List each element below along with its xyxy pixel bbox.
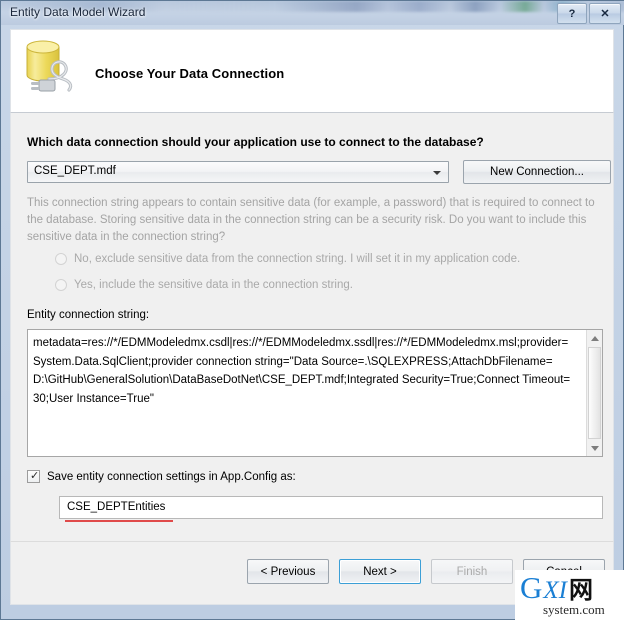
caption-button-group: ? ✕ (557, 3, 621, 24)
wizard-window: Entity Data Model Wizard ? ✕ Choose Your… (0, 0, 624, 621)
radio-icon (55, 253, 67, 265)
help-button[interactable]: ? (557, 3, 587, 24)
save-settings-label: Save entity connection settings in App.C… (47, 470, 296, 483)
new-connection-button[interactable]: New Connection... (463, 160, 611, 184)
title-bar: Entity Data Model Wizard ? ✕ (1, 1, 624, 25)
entities-name-input[interactable]: CSE_DEPTEntities (59, 496, 603, 519)
vertical-scrollbar[interactable] (586, 330, 602, 456)
radio-include-sensitive[interactable]: Yes, include the sensitive data in the c… (55, 279, 353, 291)
entities-name-value: CSE_DEPTEntities (67, 501, 166, 513)
scroll-up-icon[interactable] (587, 330, 602, 346)
radio-icon (55, 279, 67, 291)
window-title: Entity Data Model Wizard (10, 5, 146, 19)
header-panel: Choose Your Data Connection (10, 29, 614, 113)
scrollbar-thumb[interactable] (588, 347, 601, 439)
database-connection-icon (26, 40, 73, 92)
watermark-logo: G XI 网 (520, 572, 593, 606)
radio-include-label: Yes, include the sensitive data in the c… (74, 279, 353, 291)
watermark-subtitle: system.com (543, 602, 605, 617)
sensitive-data-paragraph: This connection string appears to contai… (27, 197, 595, 243)
save-settings-checkbox[interactable]: ✓ (27, 470, 40, 483)
question-label: Which data connection should your applic… (27, 135, 484, 149)
data-connection-dropdown[interactable]: CSE_DEPT.mdf (27, 161, 449, 183)
body-panel: Which data connection should your applic… (10, 113, 614, 541)
chevron-down-icon (433, 171, 441, 175)
entity-connection-string-text: metadata=res://*/EDMModeledmx.csdl|res:/… (33, 337, 571, 405)
next-button[interactable]: Next > (339, 559, 421, 584)
page-title: Choose Your Data Connection (95, 66, 285, 81)
previous-button[interactable]: < Previous (247, 559, 329, 584)
scroll-down-icon[interactable] (587, 440, 602, 456)
watermark: G XI 网 system.com (515, 570, 624, 621)
red-annotation-underline (65, 520, 173, 522)
entity-connection-string-box[interactable]: metadata=res://*/EDMModeledmx.csdl|res:/… (27, 329, 603, 457)
close-button[interactable]: ✕ (589, 3, 621, 24)
watermark-g: G (520, 570, 543, 605)
checkmark-icon: ✓ (30, 470, 40, 482)
finish-button: Finish (431, 559, 513, 584)
radio-exclude-sensitive[interactable]: No, exclude sensitive data from the conn… (55, 253, 520, 265)
data-connection-value: CSE_DEPT.mdf (34, 165, 116, 177)
radio-exclude-label: No, exclude sensitive data from the conn… (74, 253, 521, 265)
entity-connection-string-label: Entity connection string: (27, 309, 150, 321)
save-settings-checkbox-row[interactable]: ✓ Save entity connection settings in App… (27, 470, 296, 483)
